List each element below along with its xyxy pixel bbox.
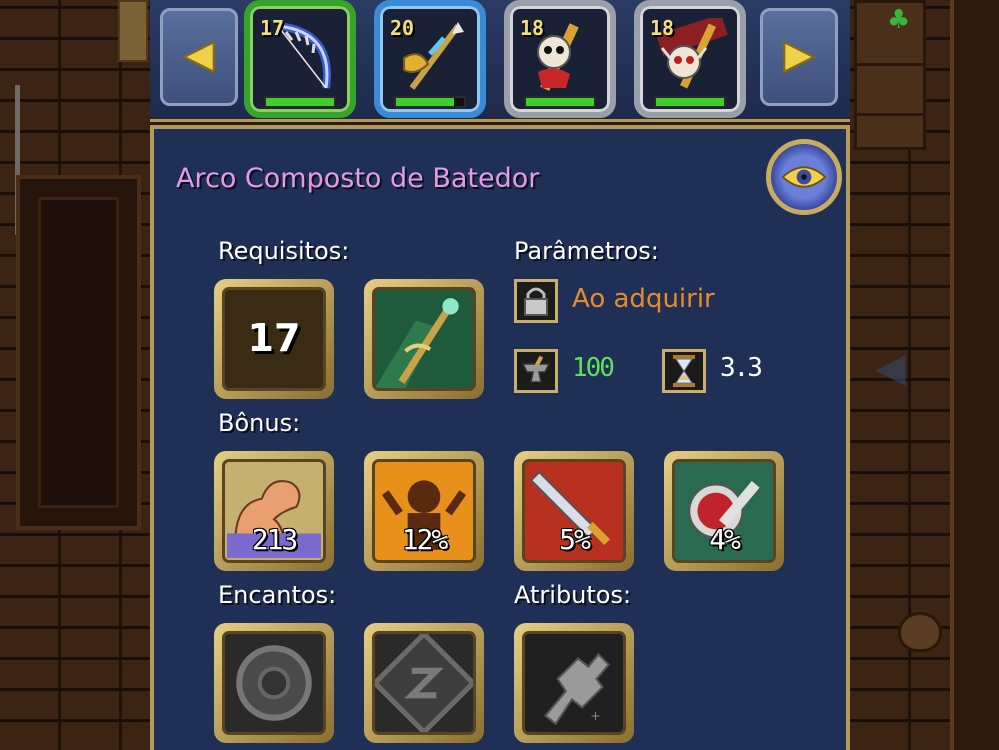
empty-enchant-slot-icon bbox=[236, 645, 312, 721]
durability-value: 100 bbox=[572, 353, 615, 383]
enchant-slot[interactable] bbox=[214, 623, 334, 743]
background-dungeon-right: ♣ ◀ bbox=[850, 0, 999, 750]
carousel-next-button[interactable] bbox=[760, 8, 838, 106]
carousel-item-skull-armor[interactable]: 18 bbox=[504, 0, 616, 118]
enchants-label: Encantos: bbox=[218, 581, 337, 609]
item-level: 18 bbox=[520, 16, 545, 40]
carousel-item-skull-helmet[interactable]: 18 bbox=[634, 0, 746, 118]
faded-arrow-icon: ◀ bbox=[875, 345, 906, 391]
pot-decoration bbox=[898, 612, 942, 652]
item-level: 20 bbox=[390, 16, 415, 40]
bonus-value: 4% bbox=[709, 523, 741, 556]
bonus-value: 12% bbox=[401, 523, 449, 556]
attributes-label: Atributos: bbox=[514, 581, 632, 609]
empty-rune-slot-icon bbox=[375, 634, 473, 732]
attribute-slot[interactable]: + bbox=[514, 623, 634, 743]
item-level: 17 bbox=[260, 16, 285, 40]
bonus-slot[interactable]: 213 bbox=[214, 451, 334, 571]
hourglass-icon bbox=[662, 349, 706, 393]
bonus-slot[interactable]: 5% bbox=[514, 451, 634, 571]
carousel-item-bow[interactable]: 17 bbox=[244, 0, 356, 118]
item-name: Arco Composto de Batedor bbox=[176, 163, 540, 194]
parameters-label: Parâmetros: bbox=[514, 237, 659, 265]
speed-value: 3.3 bbox=[720, 353, 763, 383]
anvil-icon bbox=[514, 349, 558, 393]
bonus-slot[interactable]: 4% bbox=[664, 451, 784, 571]
arrow-right-icon bbox=[783, 40, 817, 74]
durability-bar bbox=[524, 96, 596, 108]
lock-icon bbox=[514, 279, 558, 323]
bonus-value: 213 bbox=[251, 523, 299, 556]
gauntlet-icon: + bbox=[543, 652, 611, 726]
pillar-decoration bbox=[118, 0, 148, 62]
eye-icon bbox=[781, 166, 827, 188]
plant-icon: ♣ bbox=[887, 5, 911, 35]
bind-type: Ao adquirir bbox=[572, 284, 715, 314]
requirements-label: Requisitos: bbox=[218, 237, 350, 265]
durability-bar bbox=[394, 96, 466, 108]
bonus-slot[interactable]: 12% bbox=[364, 451, 484, 571]
carousel-item-spear[interactable]: 20 bbox=[374, 0, 486, 118]
item-detail-panel: Arco Composto de Batedor Requisitos: 17 … bbox=[150, 125, 850, 750]
bonus-label: Bônus: bbox=[218, 409, 301, 437]
hunter-class-icon bbox=[375, 298, 459, 388]
shelf-decoration: ♣ bbox=[854, 0, 926, 150]
background-dungeon-left bbox=[0, 0, 150, 750]
item-level: 18 bbox=[650, 16, 675, 40]
bonus-value: 5% bbox=[559, 523, 591, 556]
item-carousel: 17 20 18 18 bbox=[150, 0, 850, 122]
required-class-slot bbox=[364, 279, 484, 399]
inspect-button[interactable] bbox=[766, 139, 842, 215]
required-level: 17 bbox=[247, 316, 301, 360]
carousel-prev-button[interactable] bbox=[160, 8, 238, 106]
required-level-slot: 17 bbox=[214, 279, 334, 399]
durability-bar bbox=[654, 96, 726, 108]
arrow-left-icon bbox=[181, 40, 215, 74]
dungeon-door bbox=[16, 175, 141, 530]
svg-text:+: + bbox=[590, 709, 600, 723]
durability-bar bbox=[264, 96, 336, 108]
enchant-slot[interactable] bbox=[364, 623, 484, 743]
wall-frame bbox=[950, 0, 999, 750]
